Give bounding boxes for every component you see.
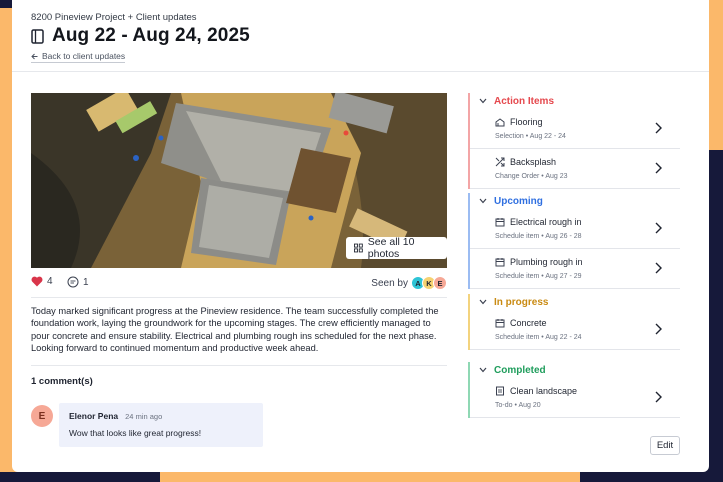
like-count: 4 bbox=[47, 276, 53, 287]
item-name-row: Plumbing rough in bbox=[495, 257, 583, 267]
arrow-left-icon bbox=[31, 53, 38, 59]
item-name: Backsplash bbox=[510, 157, 557, 167]
chevron-down-icon bbox=[479, 98, 487, 104]
title-row: Aug 22 - Aug 24, 2025 bbox=[31, 25, 250, 47]
notebook-icon bbox=[31, 28, 44, 44]
comment-time: 24 min ago bbox=[125, 412, 163, 421]
edit-button[interactable]: Edit bbox=[650, 436, 680, 455]
calendar-icon bbox=[495, 319, 505, 328]
item-name-row: Electrical rough in bbox=[495, 217, 582, 227]
item-name: Flooring bbox=[510, 117, 543, 127]
item-meta: Selection • Aug 22 - 24 bbox=[495, 133, 566, 140]
item-meta: Schedule item • Aug 22 - 24 bbox=[495, 334, 582, 341]
section-upcoming: Upcoming Electrical rough in Schedule item… bbox=[468, 193, 680, 289]
backdrop-right-accent bbox=[709, 0, 723, 150]
chevron-right-icon[interactable] bbox=[655, 323, 662, 335]
seen-by-avatars: A K E bbox=[411, 276, 447, 290]
comment-text: Wow that looks like great progress! bbox=[69, 428, 202, 438]
change-order-icon bbox=[495, 157, 505, 167]
calendar-icon bbox=[495, 258, 505, 267]
reactions-bar: 4 1 Seen by A K E bbox=[31, 276, 447, 292]
seen-by-label: Seen by bbox=[371, 277, 408, 289]
chevron-right-icon[interactable] bbox=[655, 162, 662, 174]
comment-reaction[interactable]: 1 bbox=[67, 276, 89, 288]
item-meta: Schedule item • Aug 26 - 28 bbox=[495, 233, 582, 240]
back-link-label: Back to client updates bbox=[42, 51, 126, 61]
grid-icon bbox=[354, 243, 363, 253]
list-item[interactable]: Flooring Selection • Aug 22 - 24 bbox=[470, 109, 680, 149]
item-meta: Change Order • Aug 23 bbox=[495, 173, 568, 180]
chevron-down-icon bbox=[479, 299, 487, 305]
avatar: E bbox=[31, 405, 53, 427]
item-meta: Schedule item • Aug 27 - 29 bbox=[495, 273, 582, 280]
client-update-window: 8200 Pineview Project + Client updates A… bbox=[12, 0, 709, 472]
list-item[interactable]: Concrete Schedule item • Aug 22 - 24 bbox=[470, 310, 680, 350]
update-description: Today marked significant progress at the… bbox=[31, 306, 439, 353]
section-title: Completed bbox=[494, 364, 546, 376]
list-item[interactable]: Plumbing rough in Schedule item • Aug 27 … bbox=[470, 249, 680, 289]
see-all-photos-button[interactable]: See all 10 photos bbox=[346, 236, 447, 260]
chevron-right-icon[interactable] bbox=[655, 122, 662, 134]
backdrop-bottom-accent bbox=[160, 472, 580, 482]
chevron-down-icon bbox=[479, 198, 487, 204]
list-item[interactable]: Backsplash Change Order • Aug 23 bbox=[470, 149, 680, 189]
comment-author: Elenor Pena bbox=[69, 411, 119, 421]
seen-by[interactable]: Seen by A K E bbox=[371, 276, 447, 290]
item-name: Concrete bbox=[510, 318, 547, 328]
breadcrumb[interactable]: 8200 Pineview Project + Client updates bbox=[31, 12, 197, 23]
section-title: Action Items bbox=[494, 95, 555, 107]
item-name-row: Flooring bbox=[495, 117, 543, 127]
item-meta: To-do • Aug 20 bbox=[495, 402, 541, 409]
divider bbox=[31, 297, 447, 298]
chevron-right-icon[interactable] bbox=[655, 262, 662, 274]
see-all-photos-label: See all 10 photos bbox=[367, 236, 415, 260]
comment-count: 1 bbox=[83, 276, 89, 288]
heart-icon bbox=[31, 276, 43, 287]
list-item[interactable]: Electrical rough in Schedule item • Aug 2… bbox=[470, 209, 680, 249]
selection-icon bbox=[495, 118, 505, 127]
chevron-right-icon[interactable] bbox=[655, 222, 662, 234]
section-completed: Completed Clean landscape To-do • Aug 20 bbox=[468, 362, 680, 418]
list-item[interactable]: Clean landscape To-do • Aug 20 bbox=[470, 378, 680, 418]
site-photo[interactable]: See all 10 photos bbox=[31, 93, 447, 268]
page-title: Aug 22 - Aug 24, 2025 bbox=[52, 25, 250, 46]
like-reaction[interactable]: 4 bbox=[31, 276, 53, 287]
section-title: In progress bbox=[494, 296, 549, 308]
divider bbox=[31, 365, 447, 366]
back-to-client-updates-link[interactable]: Back to client updates bbox=[31, 51, 126, 63]
chevron-right-icon[interactable] bbox=[655, 391, 662, 403]
chevron-down-icon bbox=[479, 367, 487, 373]
section-in-progress: In progress Concrete Schedule item • Aug 2… bbox=[468, 294, 680, 350]
item-name-row: Clean landscape bbox=[495, 386, 577, 396]
item-name-row: Backsplash bbox=[495, 157, 556, 167]
section-header[interactable]: Upcoming bbox=[470, 193, 680, 209]
section-title: Upcoming bbox=[494, 195, 543, 207]
comments-title: 1 comment(s) bbox=[31, 376, 93, 387]
comment: Elenor Pena 24 min ago Wow that looks li… bbox=[59, 403, 263, 447]
item-name: Electrical rough in bbox=[510, 217, 582, 227]
item-name: Plumbing rough in bbox=[510, 257, 583, 267]
backdrop-left bbox=[0, 0, 12, 482]
section-header[interactable]: In progress bbox=[470, 294, 680, 310]
page-header: 8200 Pineview Project + Client updates A… bbox=[12, 0, 709, 72]
section-header[interactable]: Completed bbox=[470, 362, 680, 378]
section-action-items: Action Items Flooring Selection • Aug 22 -… bbox=[468, 93, 680, 189]
comment-icon bbox=[67, 276, 79, 288]
avatar: E bbox=[433, 276, 447, 290]
todo-icon bbox=[496, 386, 504, 396]
section-header[interactable]: Action Items bbox=[470, 93, 680, 109]
item-name: Clean landscape bbox=[510, 386, 578, 396]
calendar-icon bbox=[495, 218, 505, 227]
item-name-row: Concrete bbox=[495, 318, 547, 328]
